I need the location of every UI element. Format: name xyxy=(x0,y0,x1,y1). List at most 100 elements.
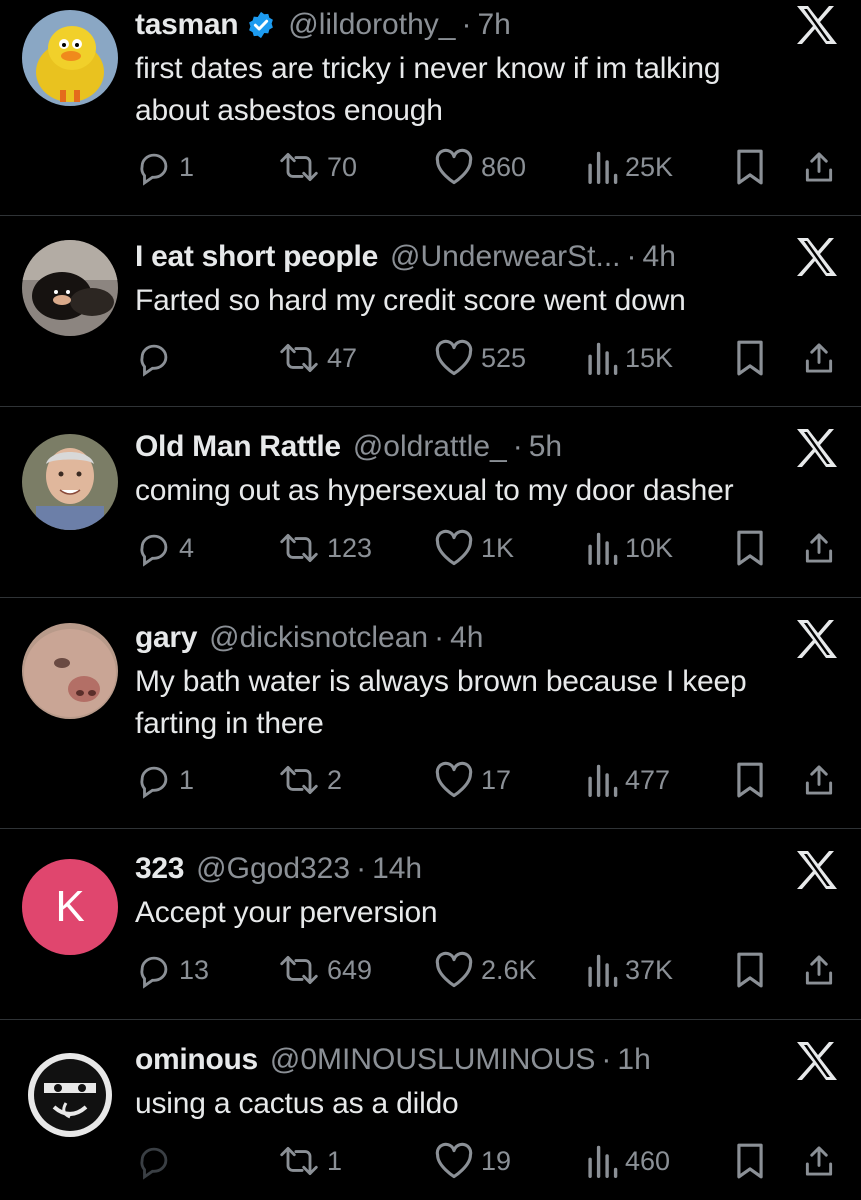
reply-button[interactable] xyxy=(135,338,179,378)
share-button[interactable] xyxy=(803,147,835,187)
tweet-header: gary @dickisnotclean · 4h xyxy=(135,618,483,658)
repost-button[interactable]: 47 xyxy=(277,338,357,378)
reply-button[interactable]: 1 xyxy=(135,147,194,187)
views-count: 10K xyxy=(625,532,674,563)
user-handle[interactable]: @Ggod323 xyxy=(196,849,350,889)
display-name[interactable]: gary xyxy=(135,618,197,658)
like-icon xyxy=(435,529,473,566)
avatar[interactable] xyxy=(22,10,118,106)
user-handle[interactable]: @oldrattle_ xyxy=(353,427,507,467)
reply-icon xyxy=(140,1147,168,1180)
bookmark-button[interactable] xyxy=(735,1141,765,1181)
reply-count: 1 xyxy=(179,764,195,795)
user-handle[interactable]: @UnderwearSt... xyxy=(390,237,621,277)
bookmark-button[interactable] xyxy=(735,760,765,800)
x-logo-icon xyxy=(795,619,839,659)
timestamp[interactable]: 4h xyxy=(450,618,483,658)
repost-button[interactable]: 70 xyxy=(277,147,357,187)
views-button[interactable]: 25K xyxy=(585,147,673,187)
masked-face-avatar-icon xyxy=(22,1047,118,1143)
reply-button[interactable]: 4 xyxy=(135,528,194,568)
views-icon xyxy=(588,151,618,184)
share-icon xyxy=(805,152,833,182)
timestamp[interactable]: 1h xyxy=(617,1040,650,1080)
tweet-text: My bath water is always brown because I … xyxy=(135,661,825,745)
views-count: 37K xyxy=(625,954,674,985)
repost-button[interactable]: 123 xyxy=(277,528,372,568)
like-button[interactable]: 19 xyxy=(433,1141,511,1181)
display-name[interactable]: 323 xyxy=(135,849,184,889)
views-button[interactable]: 10K xyxy=(585,528,673,568)
share-button[interactable] xyxy=(803,1141,835,1181)
repost-button[interactable]: 649 xyxy=(277,950,372,990)
tweet-header: tasman @lildorothy_ · 7h xyxy=(135,5,511,45)
tweet[interactable]: I eat short people @UnderwearSt... · 4h … xyxy=(0,216,861,406)
timestamp[interactable]: 7h xyxy=(477,5,510,45)
reply-button[interactable] xyxy=(135,1141,179,1181)
repost-icon xyxy=(280,153,318,181)
tweet[interactable]: ominous @0MINOUSLUMINOUS · 1h using a ca… xyxy=(0,1020,861,1200)
tweet-text-line: farting in there xyxy=(135,707,324,740)
reply-count: 1 xyxy=(179,151,195,182)
share-icon xyxy=(805,765,833,795)
like-button[interactable]: 2.6K xyxy=(433,950,537,990)
tweet-header: Old Man Rattle @oldrattle_ · 5h xyxy=(135,427,562,467)
repost-button[interactable]: 2 xyxy=(277,760,342,800)
timestamp[interactable]: 4h xyxy=(643,237,676,277)
tweet[interactable]: tasman @lildorothy_ · 7h first dates are… xyxy=(0,0,861,215)
tweet[interactable]: K 323 @Ggod323 · 14h Accept your pervers… xyxy=(0,829,861,1019)
reply-count: 4 xyxy=(179,532,195,563)
timestamp[interactable]: 14h xyxy=(372,849,422,889)
like-button[interactable]: 860 xyxy=(433,147,526,187)
reply-button[interactable]: 1 xyxy=(135,760,194,800)
share-button[interactable] xyxy=(803,338,835,378)
tweet-text: first dates are tricky i never know if i… xyxy=(135,48,825,132)
share-button[interactable] xyxy=(803,760,835,800)
like-button[interactable]: 525 xyxy=(433,338,526,378)
avatar[interactable] xyxy=(22,1047,118,1143)
bookmark-icon xyxy=(737,149,763,185)
like-button[interactable]: 1K xyxy=(433,528,514,568)
views-button[interactable]: 37K xyxy=(585,950,673,990)
tweet-text-line: about asbestos enough xyxy=(135,94,443,127)
bookmark-button[interactable] xyxy=(735,528,765,568)
tweet[interactable]: Old Man Rattle @oldrattle_ · 5h coming o… xyxy=(0,407,861,597)
action-bar: 1 2 17 477 xyxy=(135,760,845,800)
separator-dot: · xyxy=(601,1043,612,1076)
user-handle[interactable]: @dickisnotclean xyxy=(209,618,428,658)
avatar[interactable] xyxy=(22,240,118,336)
display-name[interactable]: ominous xyxy=(135,1040,258,1080)
share-button[interactable] xyxy=(803,950,835,990)
bookmark-icon xyxy=(737,952,763,988)
bookmark-button[interactable] xyxy=(735,338,765,378)
share-button[interactable] xyxy=(803,528,835,568)
reply-button[interactable]: 13 xyxy=(135,950,209,990)
separator-dot: · xyxy=(626,240,637,273)
like-icon xyxy=(435,1142,473,1179)
repost-button[interactable]: 1 xyxy=(277,1141,342,1181)
views-button[interactable]: 15K xyxy=(585,338,673,378)
avatar-letter: K xyxy=(55,882,85,931)
user-handle[interactable]: @0MINOUSLUMINOUS xyxy=(270,1040,596,1080)
tweet[interactable]: gary @dickisnotclean · 4h My bath water … xyxy=(0,598,861,828)
user-handle[interactable]: @lildorothy_ xyxy=(288,5,455,45)
avatar[interactable]: K xyxy=(22,859,118,955)
views-button[interactable]: 477 xyxy=(585,760,670,800)
avatar[interactable] xyxy=(22,623,118,719)
like-button[interactable]: 17 xyxy=(433,760,511,800)
tweet-header: 323 @Ggod323 · 14h xyxy=(135,849,422,889)
display-name[interactable]: I eat short people xyxy=(135,237,378,277)
reply-icon xyxy=(140,766,168,799)
action-bar: 13 649 2.6K 37K xyxy=(135,950,845,990)
timeline-feed: tasman @lildorothy_ · 7h first dates are… xyxy=(0,0,861,1200)
repost-count: 70 xyxy=(327,151,358,182)
bookmark-button[interactable] xyxy=(735,950,765,990)
display-name[interactable]: tasman xyxy=(135,5,239,45)
display-name[interactable]: Old Man Rattle xyxy=(135,427,341,467)
views-button[interactable]: 460 xyxy=(585,1141,670,1181)
bookmark-button[interactable] xyxy=(735,147,765,187)
tweet-text: using a cactus as a dildo xyxy=(135,1083,825,1125)
avatar[interactable] xyxy=(22,434,118,530)
x-logo-icon xyxy=(795,237,839,277)
timestamp[interactable]: 5h xyxy=(529,427,562,467)
